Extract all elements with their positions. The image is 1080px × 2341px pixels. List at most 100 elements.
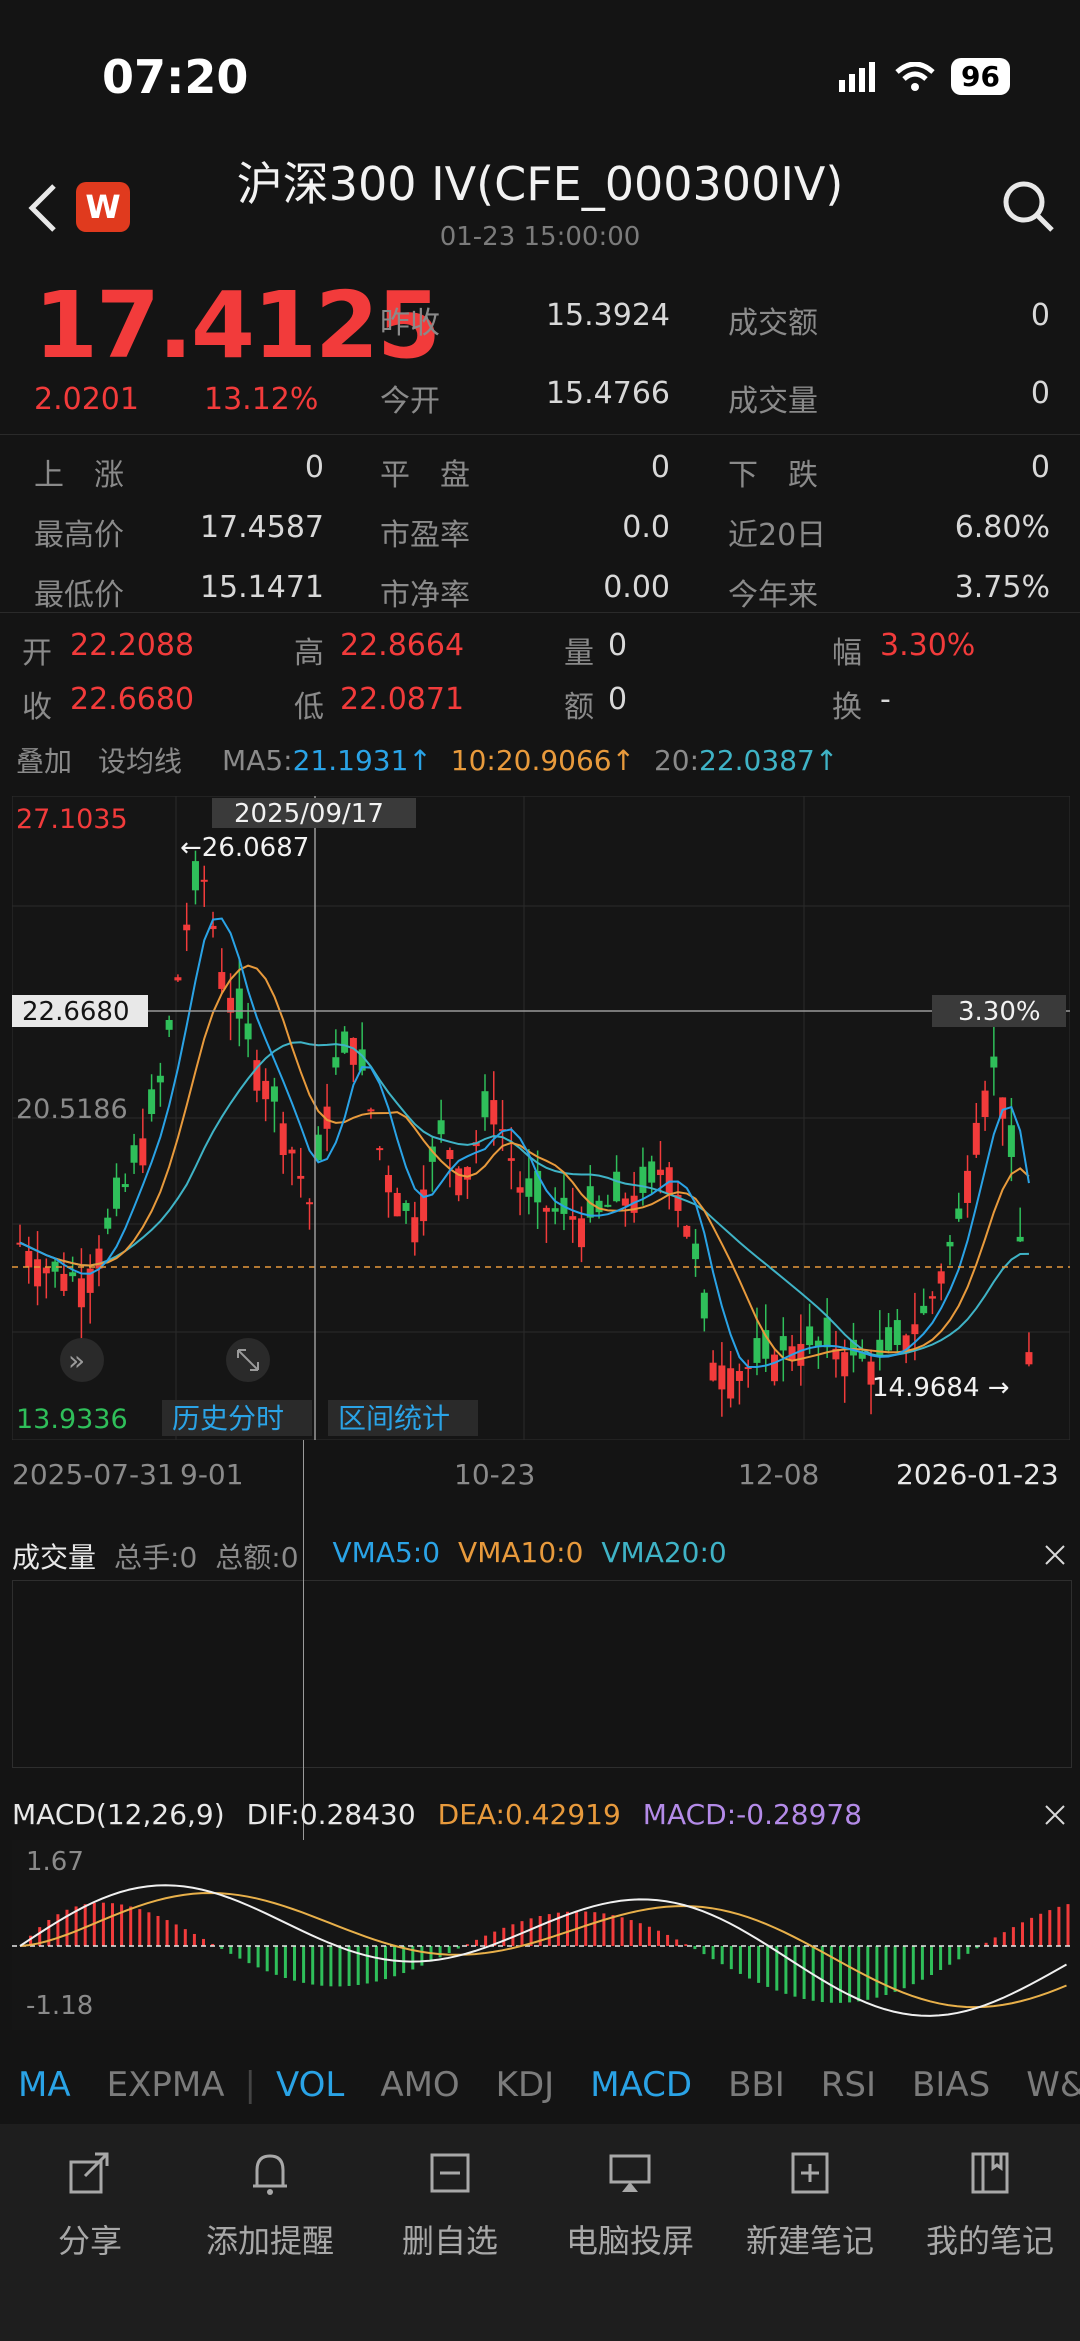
candle-body xyxy=(314,1134,322,1161)
candle-body xyxy=(525,1178,533,1197)
candle-body xyxy=(191,861,199,891)
ohlc-high-label: 高 xyxy=(294,636,324,671)
stat-value: 0 xyxy=(1030,450,1050,485)
ma20-label: 20: xyxy=(653,743,700,777)
macd-bar xyxy=(320,1946,324,1986)
tab-macd[interactable]: MACD xyxy=(572,2065,710,2105)
candle-body xyxy=(981,1090,989,1118)
stat-value: 17.4587 xyxy=(199,510,324,545)
search-icon[interactable] xyxy=(998,176,1058,236)
volume-total-hands: 总手:0 xyxy=(114,1541,198,1574)
tab-bbi[interactable]: BBI xyxy=(710,2065,803,2105)
candle-body xyxy=(823,1317,831,1348)
overlay-button[interactable]: 叠加 xyxy=(16,740,72,780)
candle-body xyxy=(885,1327,893,1351)
notebook-icon xyxy=(971,2152,1009,2194)
macd-bar xyxy=(802,1946,806,1999)
macd-bar xyxy=(438,1946,442,1958)
range-stats-label: 区间统计 xyxy=(338,1402,450,1435)
candle-body xyxy=(613,1171,621,1202)
tab-wr[interactable]: W& xyxy=(1008,2065,1080,2105)
macd-value: MACD:-0.28978 xyxy=(642,1798,863,1831)
turnover-value: 0 xyxy=(1030,298,1050,333)
candle-body xyxy=(34,1259,42,1287)
macd-bar xyxy=(584,1911,588,1946)
macd-bar xyxy=(666,1934,670,1946)
candle-body xyxy=(121,1184,129,1188)
candle-body xyxy=(928,1296,936,1299)
remove-watchlist-button[interactable]: 删自选 xyxy=(360,2148,540,2262)
macd-bar xyxy=(156,1915,160,1946)
candle-body xyxy=(183,924,191,931)
candle-body xyxy=(542,1207,550,1212)
kline-mid-label: 20.5186 xyxy=(16,1094,128,1125)
macd-bottom-label: -1.18 xyxy=(26,1991,93,2021)
candle-body xyxy=(341,1031,349,1053)
macd-bar xyxy=(247,1946,251,1964)
stat-label: 最高价 xyxy=(34,518,124,553)
cast-icon xyxy=(609,2154,651,2192)
my-notes-button[interactable]: 我的笔记 xyxy=(900,2148,1080,2262)
macd-bar xyxy=(757,1946,761,1983)
tab-expma[interactable]: EXPMA xyxy=(89,2065,243,2105)
my-notes-label: 我的笔记 xyxy=(925,2222,1054,2260)
macd-bar xyxy=(1039,1913,1043,1946)
remove-watchlist-icon xyxy=(430,2153,470,2193)
macd-bar xyxy=(839,1946,842,2003)
ohlc-vol-label: 量 xyxy=(564,636,594,671)
ohlc-low: 22.0871 xyxy=(340,682,465,717)
price-change-pct: 13.12% xyxy=(204,382,319,417)
candle-body xyxy=(200,879,208,882)
macd-bar xyxy=(893,1946,897,1992)
macd-bar xyxy=(83,1904,87,1946)
open-value: 15.4766 xyxy=(545,376,670,411)
kline-chart[interactable]: 27.1035 20.5186 13.9336 2025/09/17 ←26.0… xyxy=(12,796,1070,1440)
tab-vol[interactable]: VOL xyxy=(258,2065,362,2105)
share-button[interactable]: 分享 xyxy=(0,2148,180,2262)
candle-body xyxy=(955,1208,963,1219)
macd-bar xyxy=(902,1946,906,1989)
new-note-icon xyxy=(791,2152,829,2194)
close-macd-icon[interactable] xyxy=(1042,1802,1068,1828)
new-note-button[interactable]: 新建笔记 xyxy=(720,2148,900,2262)
add-alert-button[interactable]: 添加提醒 xyxy=(180,2148,360,2262)
candle-body xyxy=(463,1167,471,1180)
tab-ma[interactable]: MA xyxy=(0,2065,89,2105)
status-time: 07:20 xyxy=(102,50,249,104)
vma5: VMA5:0 xyxy=(332,1536,441,1569)
macd-bar xyxy=(629,1920,633,1946)
stat-label: 市净率 xyxy=(380,578,470,613)
cast-button[interactable]: 电脑投屏 xyxy=(540,2148,720,2262)
candle-body xyxy=(727,1368,735,1399)
status-icons: 96 xyxy=(839,58,1010,95)
stat-label: 市盈率 xyxy=(380,518,470,553)
stat-label: 今年来 xyxy=(728,578,818,613)
stat-value: 15.1471 xyxy=(199,570,324,605)
candle-body xyxy=(411,1217,419,1243)
macd-bar xyxy=(101,1902,105,1946)
set-ma-button[interactable]: 设均线 xyxy=(98,740,182,780)
macd-bar xyxy=(684,1944,688,1946)
candle-body xyxy=(384,1174,392,1193)
tab-separator: | xyxy=(244,2065,256,2105)
close-volume-icon[interactable] xyxy=(1042,1542,1068,1568)
candle-body xyxy=(771,1354,779,1382)
history-intraday-label: 历史分时 xyxy=(172,1402,284,1435)
indicator-tabs: MA EXPMA | VOL AMO KDJ MACD BBI RSI BIAS… xyxy=(0,2050,1080,2120)
macd-bar xyxy=(784,1946,788,1994)
remove-watchlist-label: 删自选 xyxy=(401,2222,498,2260)
date-tick: 12-08 xyxy=(738,1458,820,1491)
tab-bias[interactable]: BIAS xyxy=(894,2065,1008,2105)
macd-bar xyxy=(374,1946,378,1982)
candle-body xyxy=(262,1080,270,1100)
macd-bar xyxy=(484,1935,488,1946)
tab-rsi[interactable]: RSI xyxy=(803,2065,894,2105)
candle-body xyxy=(665,1167,673,1194)
tab-amo[interactable]: AMO xyxy=(362,2065,477,2105)
macd-bar xyxy=(875,1946,879,1998)
candle-body xyxy=(806,1326,814,1346)
tab-kdj[interactable]: KDJ xyxy=(478,2065,573,2105)
candle-body xyxy=(218,972,226,989)
macd-bar xyxy=(511,1924,515,1946)
macd-bar xyxy=(948,1946,952,1965)
